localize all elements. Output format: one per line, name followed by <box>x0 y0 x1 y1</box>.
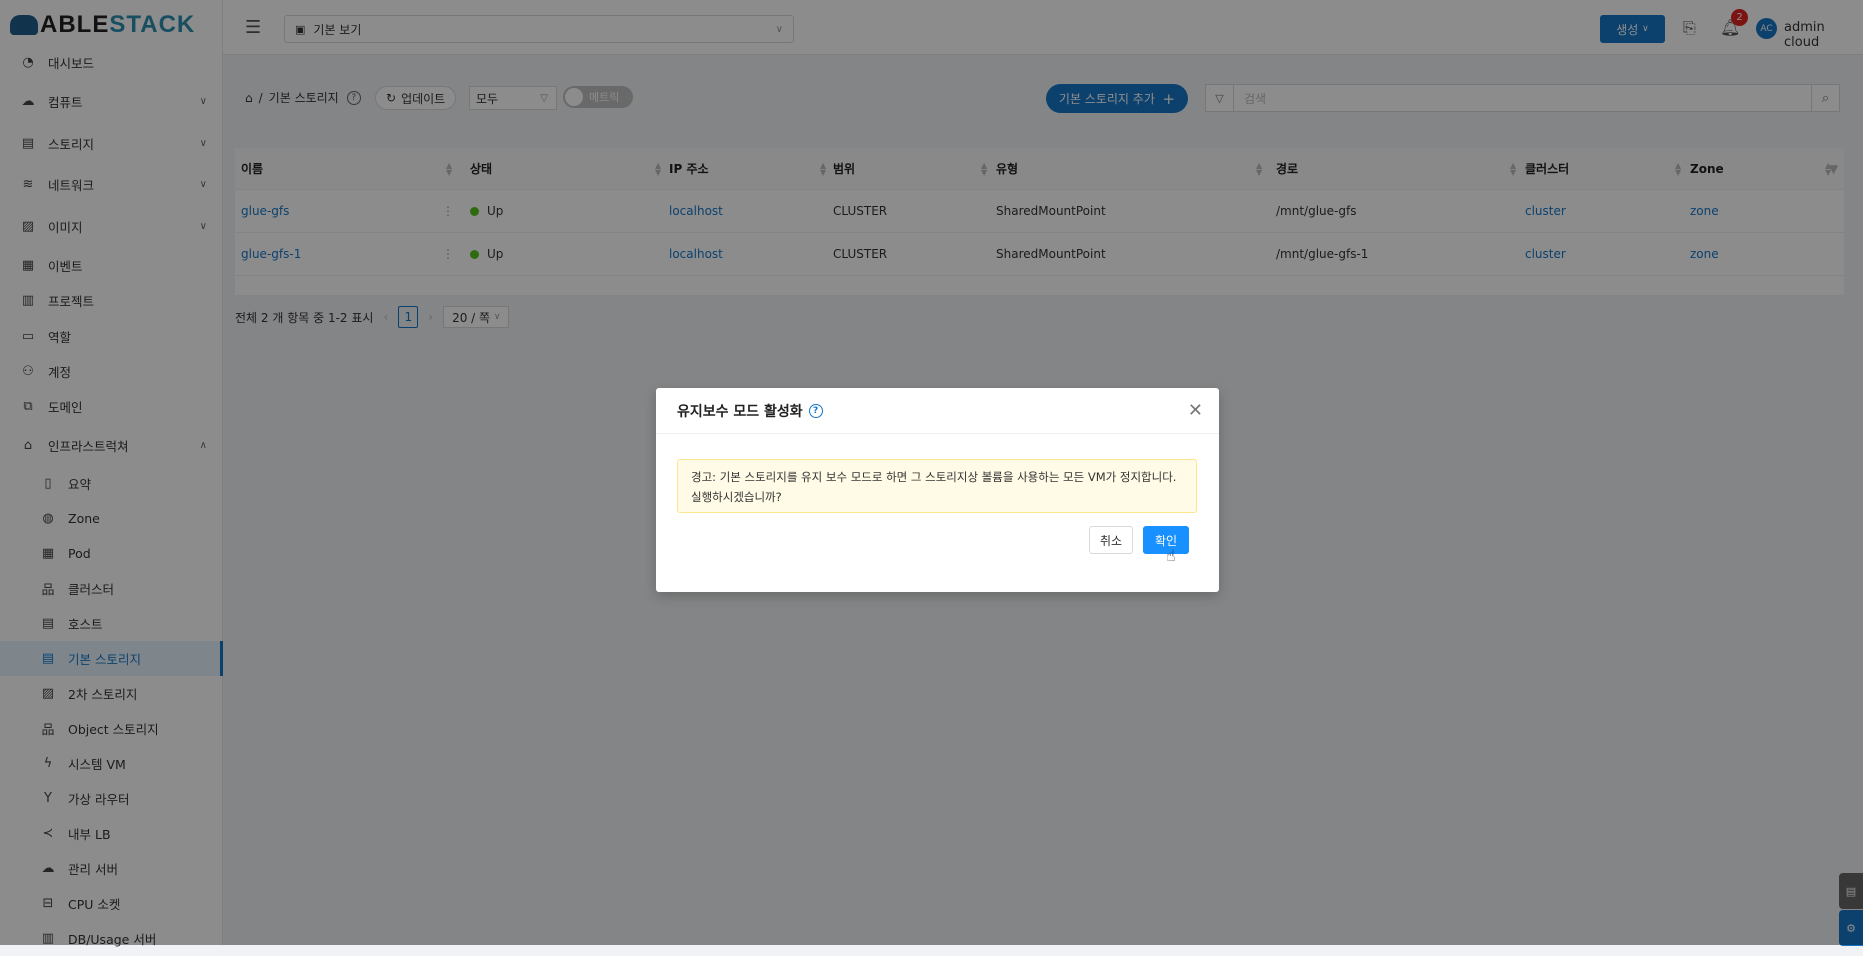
hand-cursor-icon: ☝ <box>1166 546 1176 565</box>
help-icon[interactable]: ? <box>808 403 823 418</box>
dialog-title: 유지보수 모드 활성화 <box>677 403 803 420</box>
cancel-button[interactable]: 취소 <box>1089 526 1133 554</box>
warning-alert: 경고: 기본 스토리지를 유지 보수 모드로 하면 그 스토리지상 볼륨을 사용… <box>677 459 1197 513</box>
close-icon[interactable]: ✕ <box>1188 400 1203 421</box>
maintenance-mode-dialog: 유지보수 모드 활성화? ✕ 경고: 기본 스토리지를 유지 보수 모드로 하면… <box>656 388 1219 592</box>
